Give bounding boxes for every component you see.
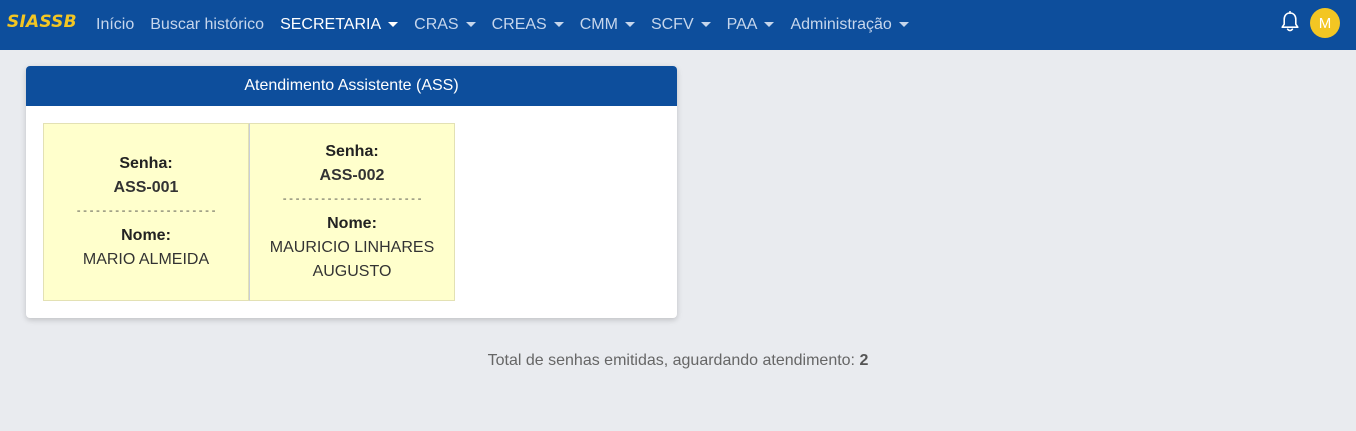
chevron-down-icon <box>624 21 635 27</box>
ticket-list: Senha: ASS-001 ---------------------- No… <box>43 123 455 301</box>
ticket-nome-label: Nome: <box>121 227 171 244</box>
ticket-senha-label: Senha: <box>119 155 173 172</box>
card-title: Atendimento Assistente (ASS) <box>26 66 677 106</box>
brand-logo[interactable]: SIASSB <box>7 12 77 32</box>
nav-item-buscar-historico[interactable]: Buscar histórico <box>150 16 264 34</box>
chevron-down-icon <box>700 21 711 27</box>
ticket-separator: ---------------------- <box>75 204 217 217</box>
user-avatar[interactable]: M <box>1310 8 1340 38</box>
ticket-nome-label: Nome: <box>327 215 377 232</box>
pending-total-label: Total de senhas emitidas, aguardando ate… <box>487 352 855 369</box>
top-navbar: SIASSB Início Buscar histórico SECRETARI… <box>0 0 1356 50</box>
ticket-card: Senha: ASS-002 ---------------------- No… <box>249 123 455 301</box>
chevron-down-icon <box>465 21 476 27</box>
chevron-down-icon <box>553 21 564 27</box>
pending-total-count: 2 <box>859 352 869 369</box>
nav-item-secretaria[interactable]: SECRETARIA <box>280 16 399 34</box>
ticket-senha-value: ASS-002 <box>319 167 385 184</box>
ticket-nome-value: MARIO ALMEIDA <box>82 251 210 268</box>
ticket-separator: ---------------------- <box>281 192 423 205</box>
chevron-down-icon <box>764 21 775 27</box>
nav-item-cmm[interactable]: CMM <box>580 16 635 34</box>
nav-menu: Início Buscar histórico SECRETARIA CRAS … <box>96 0 925 50</box>
chevron-down-icon <box>898 21 909 27</box>
bell-icon[interactable] <box>1280 10 1300 33</box>
queue-card: Atendimento Assistente (ASS) Senha: ASS-… <box>26 66 677 318</box>
nav-item-cras[interactable]: CRAS <box>414 16 476 34</box>
nav-item-administracao[interactable]: Administração <box>790 16 909 34</box>
nav-item-inicio[interactable]: Início <box>96 16 134 34</box>
nav-item-scfv[interactable]: SCFV <box>651 16 711 34</box>
pending-total: Total de senhas emitidas, aguardando ate… <box>0 352 1356 370</box>
nav-item-creas[interactable]: CREAS <box>492 16 564 34</box>
chevron-down-icon <box>388 21 399 27</box>
ticket-senha-label: Senha: <box>325 143 379 160</box>
ticket-card: Senha: ASS-001 ---------------------- No… <box>43 123 249 301</box>
nav-item-paa[interactable]: PAA <box>727 16 775 34</box>
ticket-nome-value: MAURICIO LINHARES AUGUSTO <box>269 239 435 280</box>
ticket-senha-value: ASS-001 <box>113 179 179 196</box>
